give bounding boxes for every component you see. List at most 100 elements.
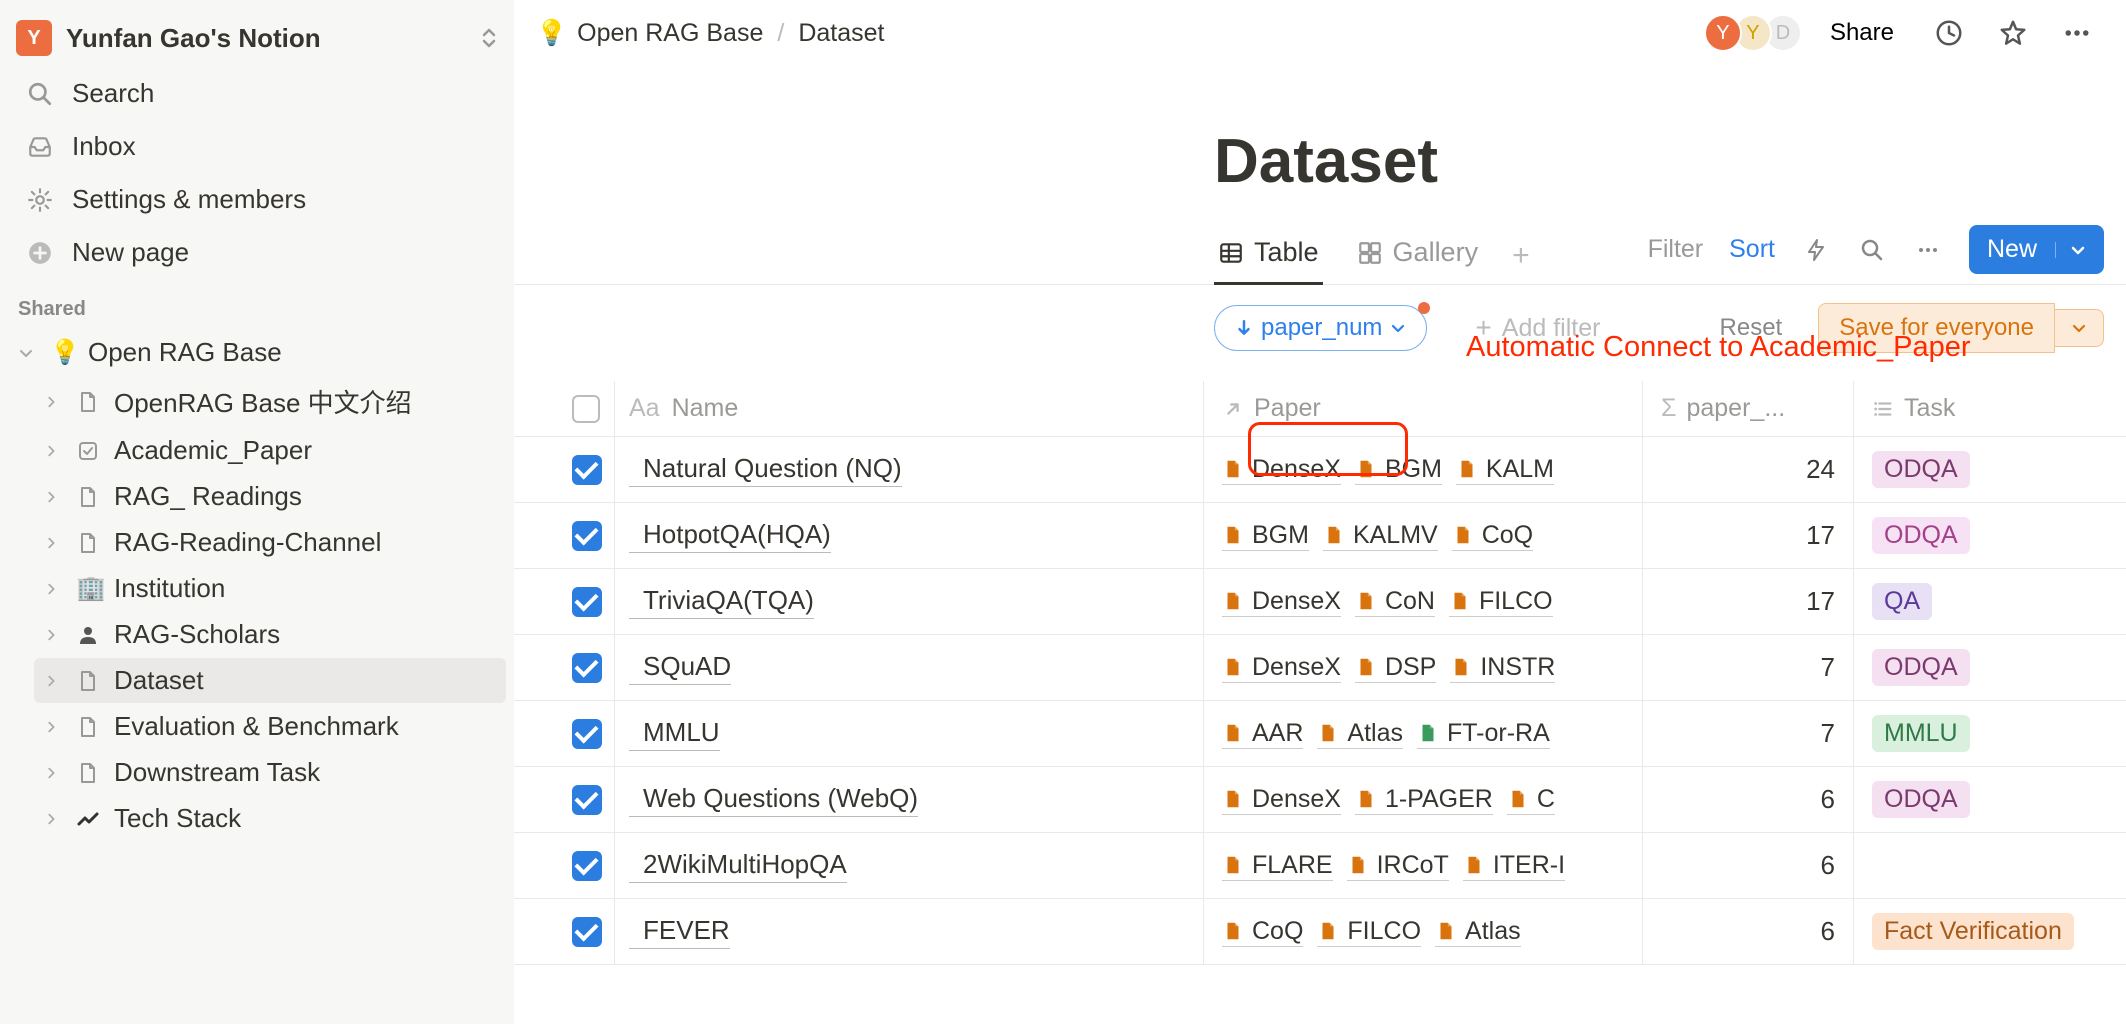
row-papers[interactable]: DenseX1-PAGERC bbox=[1204, 785, 1642, 815]
row-task[interactable]: Fact Verification bbox=[1854, 913, 2126, 950]
relation-chip[interactable]: BGM bbox=[1355, 455, 1442, 485]
relation-chip[interactable]: Atlas bbox=[1435, 917, 1521, 947]
row-task[interactable]: MMLU bbox=[1854, 715, 2126, 752]
workspace-switcher[interactable]: Y Yunfan Gao's Notion bbox=[0, 10, 514, 66]
row-checkbox-cell[interactable] bbox=[514, 917, 614, 947]
table-row[interactable]: 2WikiMultiHopQAFLAREIRCoTITER-I6 bbox=[514, 833, 2126, 899]
row-papers[interactable]: DenseXDSPINSTR bbox=[1204, 653, 1642, 683]
row-papers[interactable]: CoQFILCOAtlas bbox=[1204, 917, 1642, 947]
breadcrumb-parent[interactable]: Open RAG Base bbox=[577, 19, 763, 48]
tag[interactable]: ODQA bbox=[1872, 451, 1970, 488]
relation-chip[interactable]: DenseX bbox=[1222, 785, 1341, 815]
tag[interactable]: ODQA bbox=[1872, 517, 1970, 554]
presence-avatars[interactable]: Y Y D bbox=[1712, 14, 1802, 52]
row-task[interactable]: ODQA bbox=[1854, 781, 2126, 818]
row-papers[interactable]: FLARE IRCoT ITER-I bbox=[1204, 851, 1642, 881]
chevron-right-icon[interactable] bbox=[44, 628, 68, 642]
checkbox-checked-icon[interactable] bbox=[572, 785, 602, 815]
relation-chip[interactable]: CoN bbox=[1355, 587, 1435, 617]
row-name[interactable]: FEVER bbox=[629, 915, 730, 949]
chevron-right-icon[interactable] bbox=[44, 444, 68, 458]
tree-root-openrag[interactable]: 💡 Open RAG Base bbox=[8, 330, 506, 375]
sidebar-search[interactable]: Search bbox=[8, 68, 506, 119]
filter-button[interactable]: Filter bbox=[1648, 235, 1704, 264]
checkbox-icon[interactable] bbox=[572, 395, 600, 423]
checkbox-checked-icon[interactable] bbox=[572, 851, 602, 881]
chevron-right-icon[interactable] bbox=[44, 395, 68, 409]
add-view-button[interactable]: + bbox=[1512, 239, 1530, 273]
relation-chip[interactable]: CoQ bbox=[1222, 917, 1303, 947]
row-papers[interactable]: AARAtlasFT-or-RA bbox=[1204, 719, 1642, 749]
page-title[interactable]: Dataset bbox=[514, 74, 2126, 227]
relation-chip[interactable]: CoQ bbox=[1452, 521, 1533, 551]
row-task[interactable]: QA bbox=[1854, 583, 2126, 620]
presence-avatar[interactable]: Y bbox=[1704, 14, 1742, 52]
more-icon[interactable] bbox=[1913, 235, 1943, 265]
tree-item[interactable]: Downstream Task bbox=[34, 750, 506, 795]
relation-chip[interactable]: Atlas bbox=[1317, 719, 1403, 749]
table-row[interactable]: Web Questions (WebQ)DenseX1-PAGERC6ODQA bbox=[514, 767, 2126, 833]
sidebar-inbox[interactable]: Inbox bbox=[8, 121, 506, 172]
relation-chip[interactable]: AAR bbox=[1222, 719, 1303, 749]
row-papers[interactable]: DenseX BGM KALM bbox=[1204, 455, 1642, 485]
row-checkbox-cell[interactable] bbox=[514, 785, 614, 815]
relation-chip[interactable]: DenseX bbox=[1222, 587, 1341, 617]
tree-item[interactable]: RAG-Reading-Channel bbox=[34, 520, 506, 565]
row-task[interactable]: ODQA bbox=[1854, 517, 2126, 554]
breadcrumb-current[interactable]: Dataset bbox=[798, 19, 884, 48]
row-checkbox-cell[interactable] bbox=[514, 653, 614, 683]
relation-chip[interactable]: DenseX bbox=[1222, 653, 1341, 683]
view-tab-table[interactable]: Table bbox=[1214, 227, 1323, 284]
chevron-right-icon[interactable] bbox=[44, 582, 68, 596]
row-name[interactable]: HotpotQA(HQA) bbox=[629, 519, 831, 553]
row-task[interactable]: ODQA bbox=[1854, 451, 2126, 488]
clock-icon[interactable] bbox=[1932, 16, 1966, 50]
table-row[interactable]: FEVERCoQFILCOAtlas6Fact Verification bbox=[514, 899, 2126, 965]
share-button[interactable]: Share bbox=[1830, 19, 1894, 47]
row-checkbox-cell[interactable] bbox=[514, 455, 614, 485]
breadcrumb[interactable]: 💡 Open RAG Base / Dataset bbox=[536, 19, 884, 48]
relation-chip[interactable]: IRCoT bbox=[1347, 851, 1449, 881]
tree-item[interactable]: Tech Stack bbox=[34, 796, 506, 841]
row-checkbox-cell[interactable] bbox=[514, 587, 614, 617]
row-checkbox-cell[interactable] bbox=[514, 521, 614, 551]
relation-chip[interactable]: FLARE bbox=[1222, 851, 1333, 881]
chevron-down-icon[interactable] bbox=[2055, 242, 2086, 258]
table-row[interactable]: MMLUAARAtlasFT-or-RA7MMLU bbox=[514, 701, 2126, 767]
column-header-name[interactable]: Aa Name bbox=[615, 394, 1203, 423]
sidebar-newpage[interactable]: New page bbox=[8, 227, 506, 278]
more-icon[interactable] bbox=[2060, 16, 2094, 50]
table-row[interactable]: SQuADDenseXDSPINSTR7ODQA bbox=[514, 635, 2126, 701]
checkbox-checked-icon[interactable] bbox=[572, 587, 602, 617]
view-tab-gallery[interactable]: Gallery bbox=[1353, 227, 1483, 284]
tree-item[interactable]: OpenRAG Base 中文介绍 bbox=[34, 376, 506, 427]
tree-item[interactable]: Academic_Paper bbox=[34, 428, 506, 473]
checkbox-checked-icon[interactable] bbox=[572, 917, 602, 947]
row-name[interactable]: MMLU bbox=[629, 717, 720, 751]
table-row[interactable]: Natural Question (NQ)DenseXBGMKALM24ODQA bbox=[514, 437, 2126, 503]
row-papers[interactable]: DenseXCoNFILCO bbox=[1204, 587, 1642, 617]
row-name[interactable]: Web Questions (WebQ) bbox=[629, 783, 918, 817]
sidebar-settings[interactable]: Settings & members bbox=[8, 174, 506, 225]
tag[interactable]: Fact Verification bbox=[1872, 913, 2074, 950]
checkbox-checked-icon[interactable] bbox=[572, 521, 602, 551]
relation-chip[interactable]: KALM bbox=[1456, 455, 1554, 485]
chevron-right-icon[interactable] bbox=[44, 490, 68, 504]
search-icon[interactable] bbox=[1857, 235, 1887, 265]
chevron-right-icon[interactable] bbox=[44, 766, 68, 780]
tree-item[interactable]: RAG_ Readings bbox=[34, 474, 506, 519]
column-header-papernum[interactable]: Σ paper_... bbox=[1643, 394, 1853, 423]
relation-chip[interactable]: 1-PAGER bbox=[1355, 785, 1493, 815]
column-header-task[interactable]: Task bbox=[1854, 394, 2126, 423]
relation-chip[interactable]: DenseX bbox=[1222, 455, 1341, 485]
row-checkbox-cell[interactable] bbox=[514, 719, 614, 749]
tag[interactable]: ODQA bbox=[1872, 649, 1970, 686]
chevron-right-icon[interactable] bbox=[44, 536, 68, 550]
relation-chip[interactable]: ITER-I bbox=[1463, 851, 1565, 881]
tree-item[interactable]: RAG-Scholars bbox=[34, 612, 506, 657]
tag[interactable]: QA bbox=[1872, 583, 1932, 620]
bolt-icon[interactable] bbox=[1801, 235, 1831, 265]
chevron-down-icon[interactable] bbox=[18, 345, 42, 361]
row-name[interactable]: 2WikiMultiHopQA bbox=[629, 849, 847, 883]
relation-chip[interactable]: KALMV bbox=[1323, 521, 1438, 551]
